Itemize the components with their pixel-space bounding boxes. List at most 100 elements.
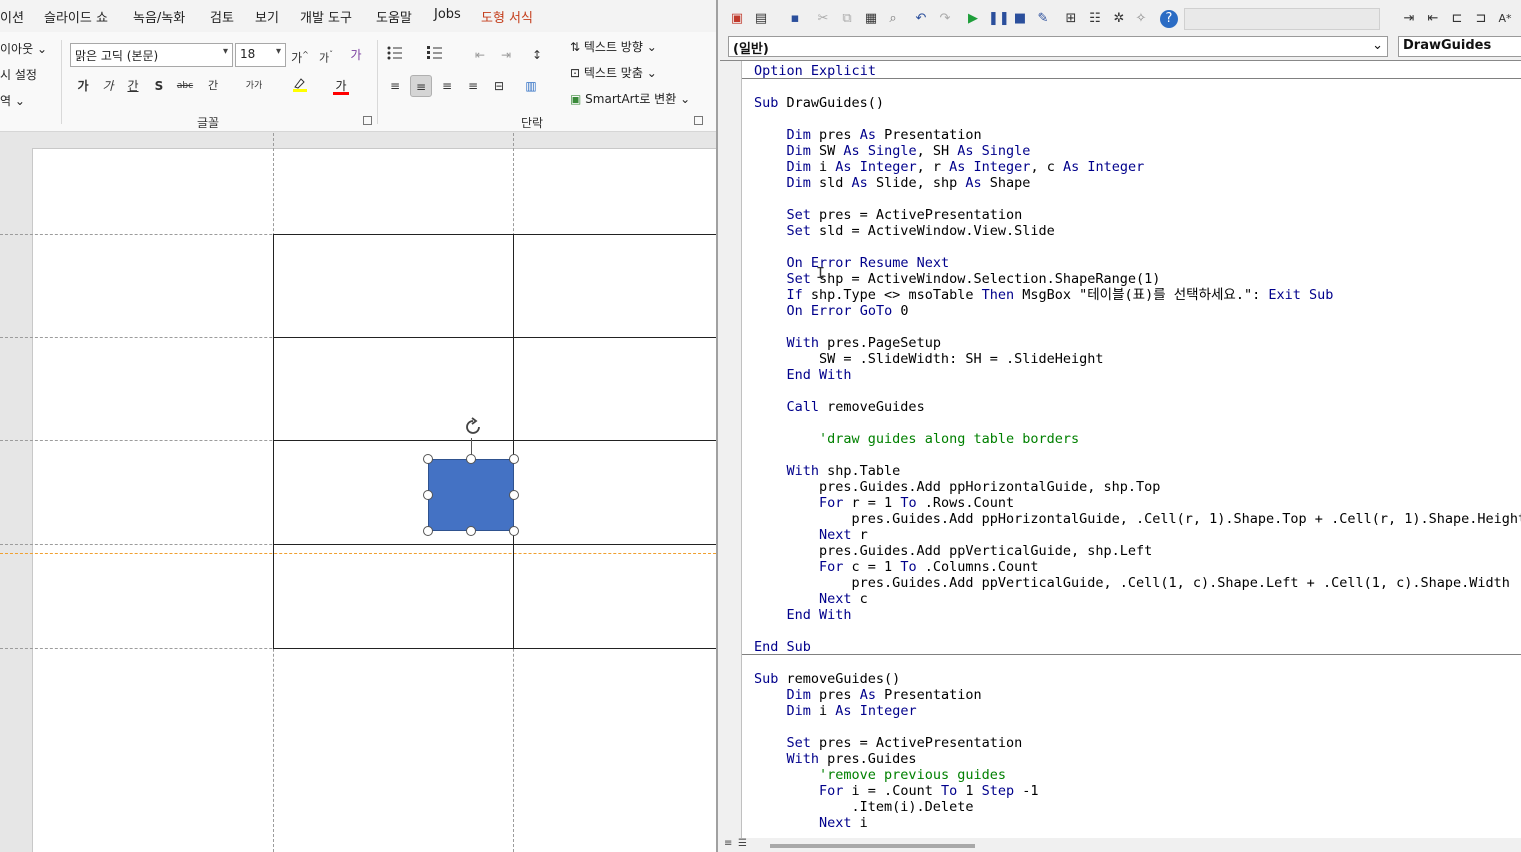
code-line[interactable]: ​ bbox=[754, 111, 1521, 127]
layout-button[interactable]: 이아웃 ⌄ bbox=[0, 40, 47, 57]
grow-font-button[interactable]: 가^ bbox=[289, 44, 311, 66]
italic-button[interactable]: 가 bbox=[97, 75, 119, 97]
object-combo[interactable]: (일반) ⌄ bbox=[728, 36, 1388, 57]
columns-button[interactable]: ▥ bbox=[520, 75, 542, 97]
code-line[interactable]: For r = 1 To .Rows.Count bbox=[754, 495, 1521, 511]
font-dialog-launcher[interactable] bbox=[363, 116, 372, 125]
code-line[interactable]: Next r bbox=[754, 527, 1521, 543]
code-line[interactable]: Set sld = ActiveWindow.View.Slide bbox=[754, 223, 1521, 239]
underline-button[interactable]: 간 bbox=[122, 75, 144, 97]
code-line[interactable]: If shp.Type <> msoTable Then MsgBox "테이블… bbox=[754, 287, 1521, 303]
resize-handle[interactable] bbox=[509, 454, 519, 464]
tab-recording[interactable]: 녹음/녹화 bbox=[133, 7, 185, 26]
code-line[interactable]: Call removeGuides bbox=[754, 399, 1521, 415]
help-icon[interactable]: ? bbox=[1160, 10, 1178, 28]
tab-shape-format[interactable]: 도형 서식 bbox=[481, 7, 533, 26]
code-line[interactable]: End With bbox=[754, 367, 1521, 383]
code-line[interactable]: On Error Resume Next bbox=[754, 255, 1521, 271]
save-icon[interactable]: ▪ bbox=[786, 10, 804, 28]
paste-icon[interactable]: ▦ bbox=[862, 10, 880, 28]
table-cell[interactable] bbox=[273, 234, 514, 338]
code-line[interactable]: .Item(i).Delete bbox=[754, 799, 1521, 815]
code-line[interactable]: For c = 1 To .Columns.Count bbox=[754, 559, 1521, 575]
code-line[interactable]: ​ bbox=[754, 239, 1521, 255]
font-color-button[interactable]: 가 bbox=[330, 75, 352, 97]
uncomment-block-icon[interactable]: ⊐ bbox=[1472, 10, 1490, 28]
code-line[interactable]: pres.Guides.Add ppVerticalGuide, .Cell(1… bbox=[754, 575, 1521, 591]
bullets-button[interactable] bbox=[384, 44, 406, 66]
highlight-button[interactable] bbox=[289, 75, 311, 97]
tab-jobs[interactable]: Jobs bbox=[434, 7, 461, 22]
code-line[interactable]: ​ bbox=[754, 191, 1521, 207]
code-line[interactable]: ​ bbox=[754, 447, 1521, 463]
break-icon[interactable]: ❚❚ bbox=[988, 10, 1010, 28]
resize-handle[interactable] bbox=[423, 490, 433, 500]
align-text-button[interactable]: ⊡ 텍스트 맞춤 ⌄ bbox=[570, 64, 657, 81]
font-size-combo[interactable]: 18 ▾ bbox=[235, 43, 286, 67]
numbering-button[interactable] bbox=[424, 44, 446, 66]
code-line[interactable]: pres.Guides.Add ppHorizontalGuide, shp.T… bbox=[754, 479, 1521, 495]
code-line[interactable]: Set shp = ActiveWindow.Selection.ShapeRa… bbox=[754, 271, 1521, 287]
justify-button[interactable]: ≡ bbox=[462, 75, 484, 97]
code-line[interactable]: Dim SW As Single, SH As Single bbox=[754, 143, 1521, 159]
cut-icon[interactable]: ✂ bbox=[814, 10, 832, 28]
code-line[interactable]: Dim pres As Presentation bbox=[754, 687, 1521, 703]
code-line[interactable]: ​ bbox=[754, 623, 1521, 639]
tab-animation[interactable]: 이션 bbox=[0, 7, 24, 26]
code-line[interactable]: Sub DrawGuides() bbox=[754, 95, 1521, 111]
margin-indicator-bar[interactable] bbox=[720, 61, 742, 839]
toggle-bookmark-icon[interactable]: A* bbox=[1496, 10, 1514, 28]
find-icon[interactable]: ⌕ bbox=[884, 10, 902, 28]
tab-developer[interactable]: 개발 도구 bbox=[300, 7, 352, 26]
code-line[interactable]: SW = .SlideWidth: SH = .SlideHeight bbox=[754, 351, 1521, 367]
code-line[interactable]: Next c bbox=[754, 591, 1521, 607]
code-line[interactable]: ​ bbox=[754, 79, 1521, 95]
project-explorer-icon[interactable]: ⊞ bbox=[1062, 10, 1080, 28]
code-line[interactable]: Next i bbox=[754, 815, 1521, 831]
code-line[interactable]: Set pres = ActivePresentation bbox=[754, 207, 1521, 223]
procedure-view-icon[interactable]: ≡ bbox=[724, 838, 732, 849]
code-line[interactable]: With pres.PageSetup bbox=[754, 335, 1521, 351]
design-mode-icon[interactable]: ✎ bbox=[1034, 10, 1052, 28]
char-spacing-button[interactable]: 간 bbox=[202, 75, 224, 97]
tab-slideshow[interactable]: 슬라이드 쇼 bbox=[44, 7, 108, 26]
code-line[interactable]: pres.Guides.Add ppHorizontalGuide, .Cell… bbox=[754, 511, 1521, 527]
table-cell[interactable] bbox=[273, 544, 514, 649]
table-cell[interactable] bbox=[513, 440, 716, 545]
code-line[interactable]: Dim i As Integer bbox=[754, 703, 1521, 719]
resize-handle[interactable] bbox=[509, 490, 519, 500]
increase-indent-button[interactable]: ⇥ bbox=[495, 44, 517, 66]
comment-block-icon[interactable]: ⊏ bbox=[1448, 10, 1466, 28]
selected-rectangle-shape[interactable] bbox=[428, 459, 514, 531]
code-line[interactable]: Sub removeGuides() bbox=[754, 671, 1521, 687]
smartart-convert-button[interactable]: ▣ SmartArt로 변환 ⌄ bbox=[570, 90, 690, 107]
code-line[interactable]: 'draw guides along table borders bbox=[754, 431, 1521, 447]
tab-view[interactable]: 보기 bbox=[255, 7, 279, 26]
text-direction-button[interactable]: ⇅ 텍스트 방향 ⌄ bbox=[570, 38, 657, 55]
properties-icon[interactable]: ☷ bbox=[1086, 10, 1104, 28]
resize-handle[interactable] bbox=[509, 526, 519, 536]
code-line[interactable]: Set pres = ActivePresentation bbox=[754, 735, 1521, 751]
strikethrough-button[interactable]: abc bbox=[174, 75, 196, 97]
code-line[interactable]: Dim i As Integer, r As Integer, c As Int… bbox=[754, 159, 1521, 175]
code-line[interactable]: ​ bbox=[754, 415, 1521, 431]
full-module-view-icon[interactable]: ☰ bbox=[738, 838, 747, 849]
shrink-font-button[interactable]: 가ˇ bbox=[315, 44, 337, 66]
rotate-handle-icon[interactable] bbox=[462, 416, 484, 438]
toolbox-icon[interactable]: ✧ bbox=[1132, 10, 1150, 28]
bold-button[interactable]: 가 bbox=[72, 75, 94, 97]
tab-review[interactable]: 검토 bbox=[210, 7, 234, 26]
resize-handle[interactable] bbox=[466, 454, 476, 464]
code-line[interactable]: 'remove previous guides bbox=[754, 767, 1521, 783]
code-line[interactable]: End With bbox=[754, 607, 1521, 623]
redo-icon[interactable]: ↷ bbox=[936, 10, 954, 28]
code-line[interactable]: ​ bbox=[754, 655, 1521, 671]
code-window[interactable]: Option Explicit​Sub DrawGuides()​ Dim pr… bbox=[720, 60, 1521, 839]
code-line[interactable]: pres.Guides.Add ppVerticalGuide, shp.Lef… bbox=[754, 543, 1521, 559]
tab-help[interactable]: 도움말 bbox=[376, 7, 412, 26]
font-name-combo[interactable]: 맑은 고딕 (본문) ▾ bbox=[70, 43, 233, 67]
code-line[interactable]: Option Explicit bbox=[754, 63, 1521, 79]
code-line[interactable]: ​ bbox=[754, 719, 1521, 735]
code-line[interactable]: End Sub bbox=[754, 639, 1521, 655]
run-icon[interactable]: ▶ bbox=[964, 10, 982, 28]
